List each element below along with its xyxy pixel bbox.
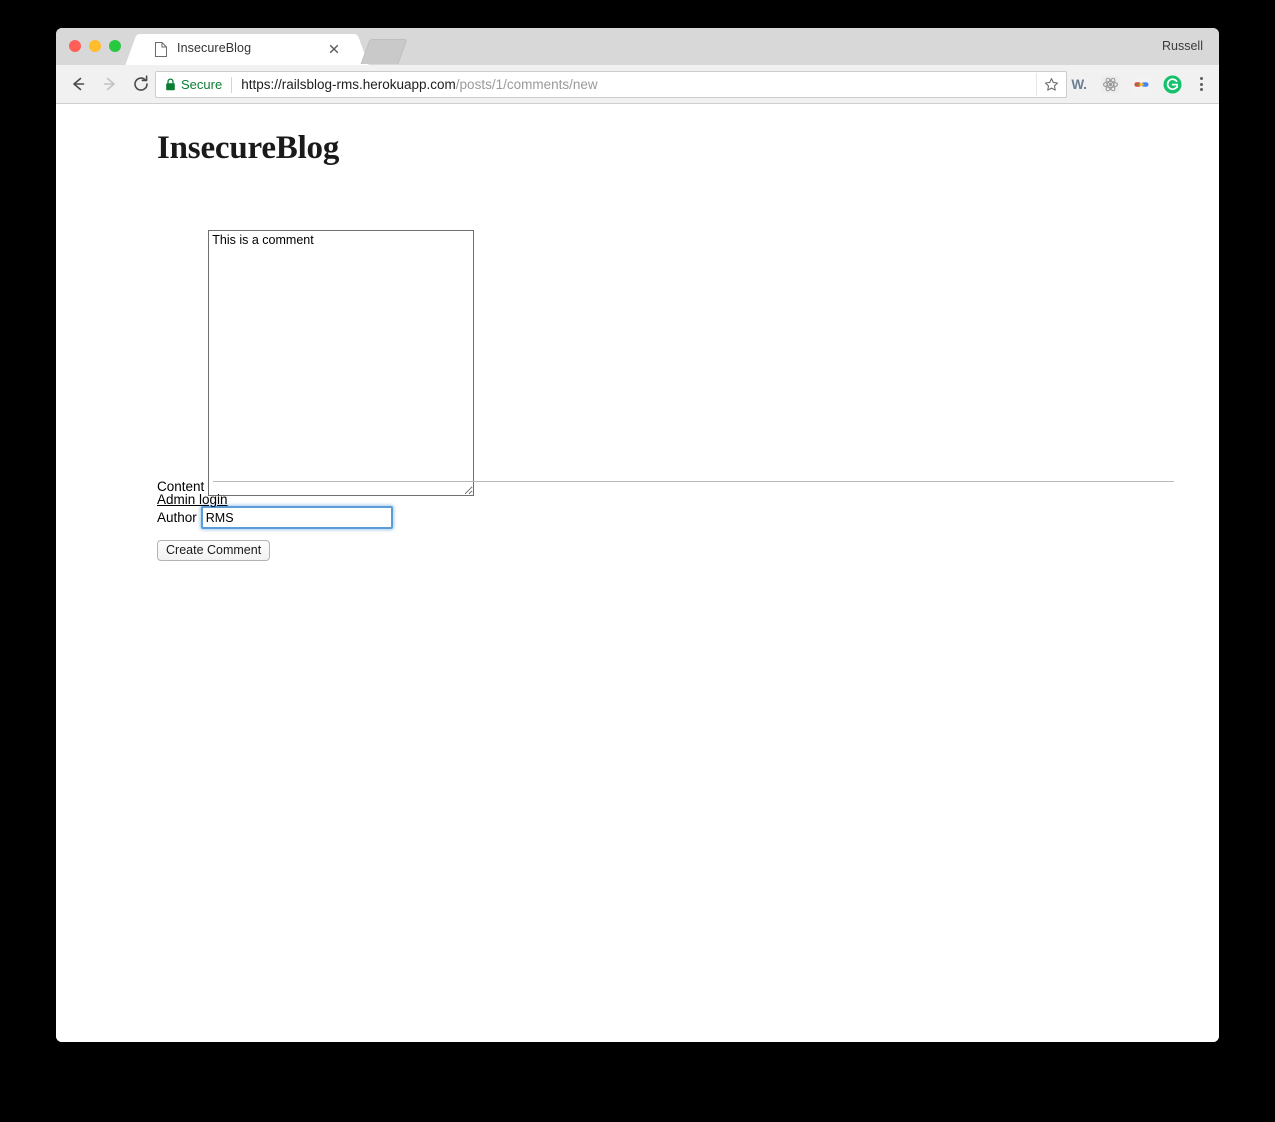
omnibox-divider	[231, 76, 233, 93]
content-field-row: Content	[157, 230, 1137, 496]
minimize-window-button[interactable]	[89, 40, 101, 52]
create-comment-button[interactable]: Create Comment	[157, 540, 271, 561]
bookmark-button[interactable]	[1036, 73, 1065, 96]
admin-login-link[interactable]: Admin login	[157, 492, 228, 507]
grammarly-extension-icon[interactable]	[1162, 74, 1182, 94]
url-path: /posts/1/comments/new	[455, 77, 598, 92]
address-bar[interactable]: Secure https://railsblog-rms.herokuapp.c…	[155, 71, 1067, 98]
tab-insecureblog[interactable]: InsecureBlog	[141, 34, 353, 65]
close-tab-button[interactable]	[327, 42, 341, 56]
forward-arrow-icon	[100, 74, 120, 94]
maximize-window-button[interactable]	[109, 40, 121, 52]
star-icon	[1044, 78, 1058, 91]
page-title: InsecureBlog	[157, 130, 340, 166]
browser-toolbar: Secure https://railsblog-rms.herokuapp.c…	[56, 65, 1219, 104]
page-icon	[155, 42, 167, 57]
security-status-label: Secure	[181, 77, 223, 92]
page-content: InsecureBlog Content Author Create Comme…	[56, 104, 1219, 1042]
submit-row: Create Comment	[157, 540, 1137, 561]
author-input[interactable]	[200, 506, 393, 529]
link-extension-icon[interactable]	[1131, 74, 1151, 94]
author-field-row: Author	[157, 506, 1137, 529]
tab-strip: InsecureBlog Russell	[56, 28, 1219, 65]
browser-window: InsecureBlog Russell Secure https://rail…	[56, 28, 1219, 1042]
window-controls	[69, 40, 121, 52]
back-arrow-icon[interactable]	[68, 74, 88, 94]
url-domain: https://railsblog-rms.herokuapp.com	[241, 77, 456, 92]
reload-icon[interactable]	[131, 74, 151, 94]
url-text: https://railsblog-rms.herokuapp.com/post…	[241, 77, 597, 92]
extension-toolbar: W.	[1069, 71, 1209, 97]
content-textarea[interactable]	[208, 230, 475, 496]
lock-icon	[165, 78, 176, 91]
content-divider	[213, 481, 1174, 482]
react-devtools-extension-icon[interactable]	[1100, 74, 1120, 94]
close-window-button[interactable]	[69, 40, 81, 52]
tab-title: InsecureBlog	[177, 41, 252, 55]
new-tab-button[interactable]	[360, 39, 408, 64]
author-label: Author	[157, 510, 197, 525]
new-comment-form: Content Author Create Comment	[157, 230, 1137, 561]
wikiwand-extension-icon[interactable]: W.	[1069, 74, 1089, 94]
profile-name[interactable]: Russell	[1162, 39, 1203, 53]
three-dot-menu-icon[interactable]	[1193, 74, 1209, 94]
